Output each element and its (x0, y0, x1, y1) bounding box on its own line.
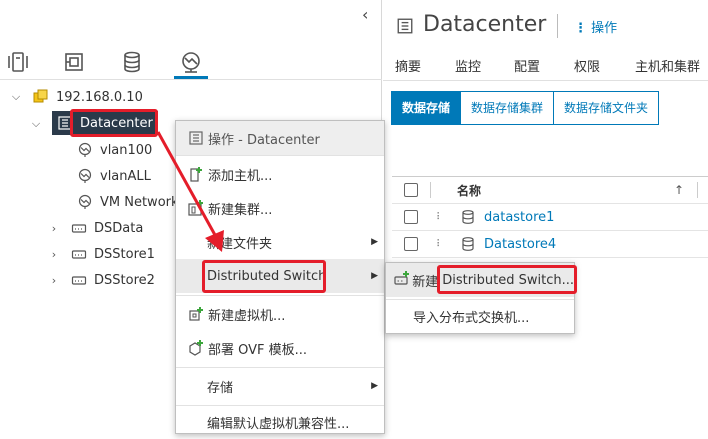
actions-label: 操作 (591, 21, 618, 36)
networking-tab-icon[interactable] (175, 46, 207, 78)
menu-item-label: 新建虚拟机... (208, 308, 286, 324)
menu-item-label: 添加主机... (208, 168, 273, 184)
subtab-datastore-clusters[interactable]: 数据存储集群 (461, 92, 555, 124)
menu-item-new-cluster[interactable]: 新建集群... (176, 191, 384, 225)
menu-item-label: 存储 (207, 380, 234, 396)
vms-templates-tab-icon[interactable] (58, 46, 90, 78)
tree-item-label: vlanALL (100, 168, 151, 184)
drag-handle-icon[interactable]: ⠇ (436, 239, 450, 250)
row-checkbox[interactable] (404, 237, 418, 251)
select-all-checkbox[interactable] (404, 183, 418, 197)
subtab-datastore-folders[interactable]: 数据存储文件夹 (554, 92, 659, 124)
annotation-box-new-distributed-switch (437, 265, 577, 294)
submenu-arrow-icon: ▶ (371, 381, 378, 391)
datacenter-icon (396, 17, 414, 35)
new-vm-icon (187, 305, 205, 323)
tree-item-label: DSStore2 (94, 272, 155, 288)
new-dvswitch-icon (394, 271, 410, 289)
drag-handle-icon[interactable]: ⠇ (436, 212, 450, 223)
menu-item-label: 编辑默认虚拟机兼容性... (207, 416, 350, 432)
menu-item-storage[interactable]: 存储 ▶ (176, 369, 384, 403)
tab-summary[interactable]: 摘要 (395, 56, 421, 75)
divider (176, 367, 384, 368)
tree-item-label: vlan100 (100, 142, 153, 158)
column-header-name[interactable]: 名称 (457, 182, 481, 199)
submenu-arrow-icon: ▶ (371, 237, 378, 247)
menu-item-label: 新建集群... (208, 202, 273, 218)
vcenter-icon (32, 88, 50, 106)
tree-item-label: 192.168.0.10 (56, 89, 143, 105)
new-cluster-icon (187, 199, 205, 217)
dvswitch-icon (70, 271, 88, 289)
actions-menu-button[interactable]: ⋮ 操作 (574, 17, 617, 36)
dvswitch-icon (70, 219, 88, 237)
datastore-icon (460, 236, 476, 252)
datastore-link[interactable]: Datastore4 (484, 237, 556, 252)
sort-ascending-icon[interactable]: ↑ (674, 183, 684, 197)
table-header: 名称 ↑ (392, 177, 708, 204)
hosts-clusters-tab-icon[interactable] (2, 46, 34, 78)
network-icon (76, 141, 94, 159)
storage-tab-icon[interactable] (116, 46, 148, 78)
menu-item-add-host[interactable]: 添加主机... (176, 157, 384, 191)
tree-item-network[interactable]: vlanALL (70, 163, 151, 189)
chevron-down-icon[interactable]: ⌵ (10, 90, 22, 104)
tree-item-label: VM Network (100, 194, 179, 210)
subtab-bar: 数据存储 数据存储集群 数据存储文件夹 (391, 91, 660, 125)
tree-item-label: DSStore1 (94, 246, 155, 262)
datastore-icon (460, 209, 476, 225)
datacenter-icon (187, 129, 205, 147)
divider (383, 80, 708, 81)
divider (697, 182, 698, 198)
divider (557, 14, 558, 38)
tree-item-dvswitch[interactable]: › DSStore2 (48, 267, 155, 293)
annotation-box-datacenter (70, 109, 158, 137)
row-checkbox[interactable] (404, 210, 418, 224)
table-row[interactable]: ⠇ datastore1 (392, 204, 708, 231)
collapse-panel-icon[interactable]: ‹ (362, 6, 378, 24)
network-icon (76, 167, 94, 185)
menu-item-import-distributed-switch[interactable]: 导入分布式交换机... (386, 299, 574, 333)
more-vertical-icon: ⋮ (574, 21, 587, 36)
divider (176, 295, 384, 296)
tree-item-vcenter[interactable]: ⌵ 192.168.0.10 (10, 84, 310, 110)
tree-item-dvswitch[interactable]: › DSData (48, 215, 144, 241)
divider (430, 182, 431, 198)
menu-header-label: 操作 - Datacenter (208, 132, 320, 148)
tree-item-label: DSData (94, 220, 144, 236)
menu-item-label: 新建文件夹 (207, 236, 273, 252)
tree-item-network[interactable]: vlan100 (70, 137, 152, 163)
menu-item-label: 部署 OVF 模板... (208, 342, 308, 358)
tree-item-dvswitch[interactable]: › DSStore1 (48, 241, 155, 267)
menu-item-new-vm[interactable]: 新建虚拟机... (176, 297, 384, 331)
tree-item-network[interactable]: VM Network (70, 189, 179, 215)
subtab-datastores[interactable]: 数据存储 (392, 92, 462, 124)
tab-permissions[interactable]: 权限 (574, 56, 600, 75)
add-host-icon (187, 165, 205, 183)
menu-item-new-folder[interactable]: 新建文件夹 ▶ (176, 225, 384, 259)
network-icon (76, 193, 94, 211)
annotation-box-distributed-switch (202, 260, 326, 293)
table-row[interactable]: ⠇ Datastore4 (392, 231, 708, 258)
menu-item-deploy-ovf[interactable]: 部署 OVF 模板... (176, 331, 384, 365)
menu-item-prefix: 新建 (412, 274, 439, 290)
datastore-table: 名称 ↑ ⠇ datastore1 ⠇ Datastore4 (392, 176, 708, 260)
tab-hosts-clusters[interactable]: 主机和集群 (635, 56, 700, 75)
chevron-right-icon[interactable]: › (48, 248, 60, 261)
deploy-ovf-icon (187, 339, 205, 357)
page-title: Datacenter (423, 12, 547, 37)
menu-item-label: 导入分布式交换机... (413, 310, 530, 326)
submenu-arrow-icon: ▶ (371, 271, 378, 281)
chevron-right-icon[interactable]: › (48, 274, 60, 287)
context-menu-header: 操作 - Datacenter (176, 121, 384, 155)
divider (176, 155, 384, 156)
tab-configure[interactable]: 配置 (514, 56, 540, 75)
datastore-link[interactable]: datastore1 (484, 210, 554, 225)
tab-monitor[interactable]: 监控 (455, 56, 481, 75)
chevron-down-icon[interactable]: ⌵ (30, 117, 42, 131)
dvswitch-icon (70, 245, 88, 263)
divider (0, 79, 382, 80)
chevron-right-icon[interactable]: › (48, 222, 60, 235)
